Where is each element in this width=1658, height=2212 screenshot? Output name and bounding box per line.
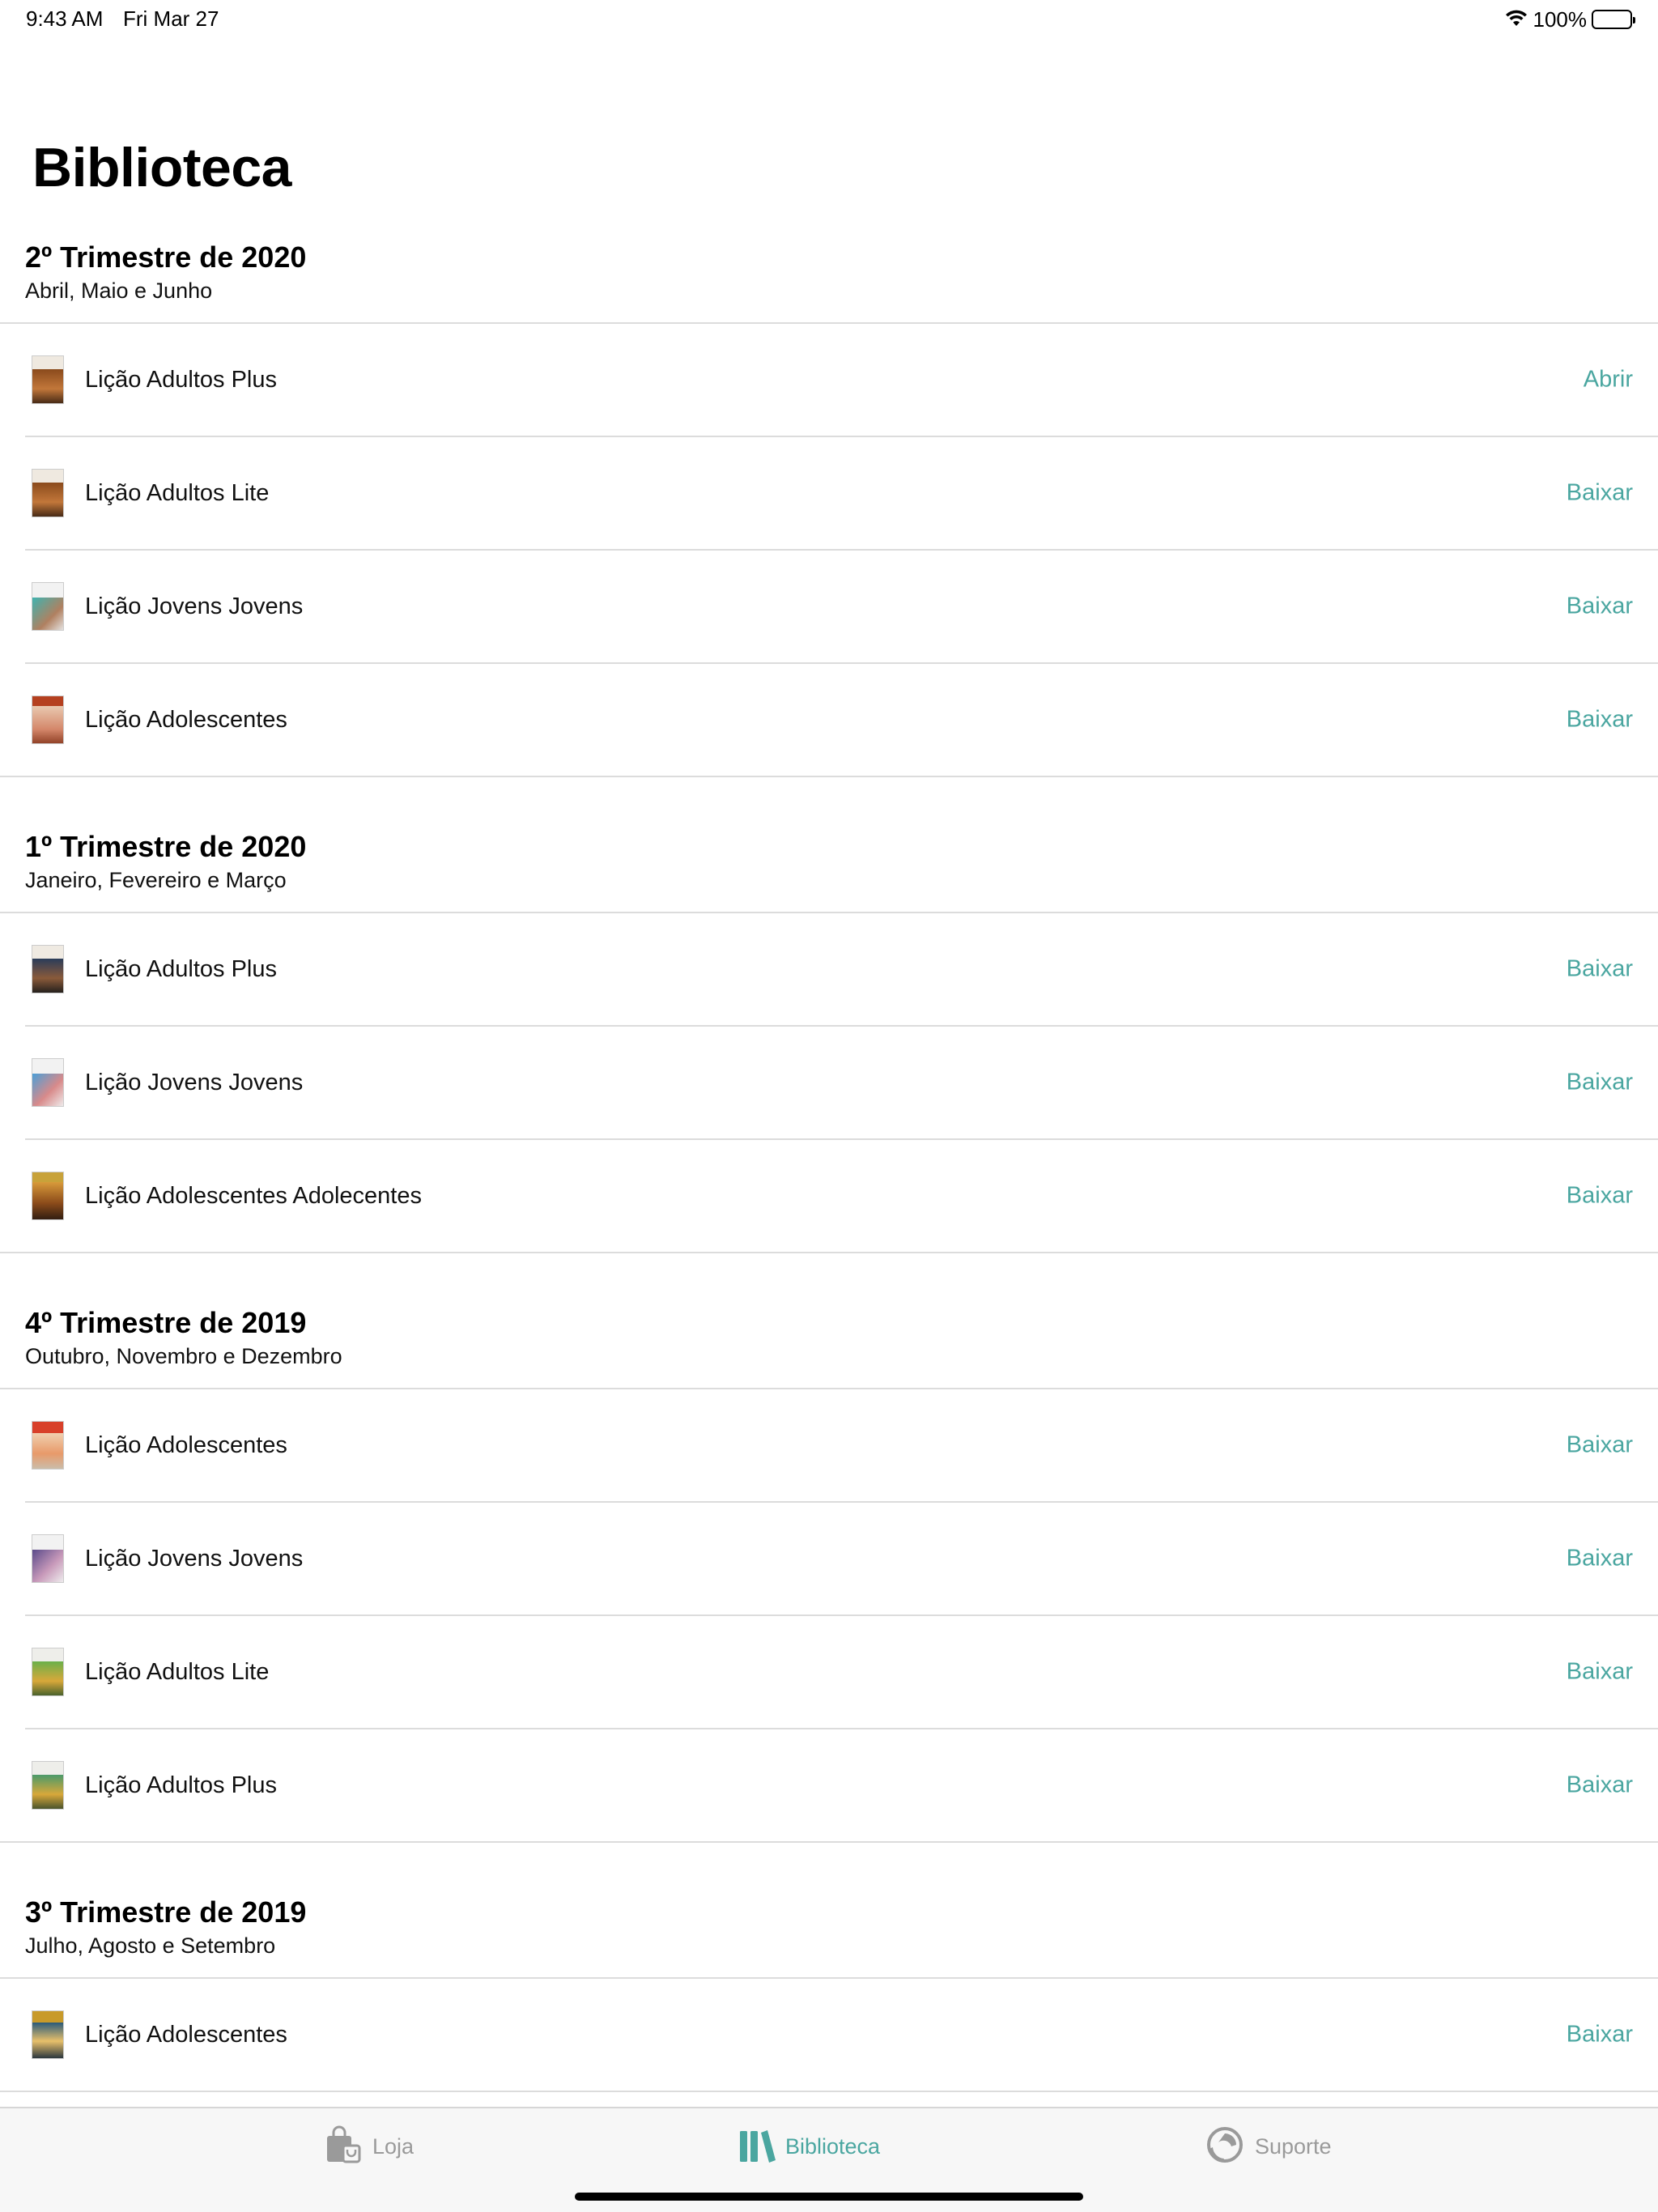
lesson-title: Lição Adultos Plus <box>85 955 277 982</box>
download-button[interactable]: Baixar <box>1567 593 1633 620</box>
tab-label: Loja <box>372 2133 414 2159</box>
download-button[interactable]: Baixar <box>1567 1070 1633 1096</box>
tab-biblioteca[interactable]: Biblioteca <box>738 2126 880 2167</box>
section-subtitle: Abril, Maio e Junho <box>25 279 213 303</box>
lesson-cover-thumbnail <box>32 945 64 993</box>
list-item[interactable]: Lição Adolescentes Baixar <box>0 664 1658 777</box>
lesson-cover-thumbnail <box>32 469 64 517</box>
download-button[interactable]: Baixar <box>1567 707 1633 734</box>
wifi-icon <box>1504 8 1528 32</box>
list-item[interactable]: Lição Adultos Lite Baixar <box>25 437 1658 551</box>
list-item[interactable]: Lição Adultos Plus Abrir <box>25 324 1658 437</box>
list-item[interactable]: Lição Adolescentes Baixar <box>0 1979 1658 2092</box>
lesson-cover-thumbnail <box>32 1648 64 1696</box>
battery-percentage: 100% <box>1533 6 1588 32</box>
lesson-cover-thumbnail <box>32 1172 64 1220</box>
lesson-title: Lição Jovens Jovens <box>85 593 304 619</box>
tab-suporte[interactable]: Suporte <box>1205 2126 1332 2167</box>
section-title: 2º Trimestre de 2020 <box>25 240 307 274</box>
tab-loja[interactable]: Loja <box>322 2125 414 2169</box>
section-header: 3º Trimestre de 2019 Julho, Agosto e Set… <box>0 1895 1658 1979</box>
tab-label: Suporte <box>1255 2133 1332 2159</box>
download-button[interactable]: Baixar <box>1567 956 1633 983</box>
lesson-title: Lição Adolescentes <box>85 1431 287 1458</box>
section-header: 2º Trimestre de 2020 Abril, Maio e Junho <box>0 240 1658 324</box>
list-item[interactable]: Lição Adultos Lite Baixar <box>25 1616 1658 1729</box>
status-bar: 9:43 AM Fri Mar 27 100% <box>0 0 1658 39</box>
lesson-title: Lição Adultos Lite <box>85 1658 270 1685</box>
page-title: Biblioteca <box>32 137 291 198</box>
list-item[interactable]: Lição Jovens Jovens Baixar <box>25 551 1658 664</box>
lesson-cover-thumbnail <box>32 1534 64 1583</box>
section-title: 1º Trimestre de 2020 <box>25 830 307 863</box>
status-indicators: 100% <box>1504 5 1635 34</box>
section-2-trimestre-2020: 2º Trimestre de 2020 Abril, Maio e Junho… <box>0 240 1658 777</box>
lesson-title: Lição Jovens Jovens <box>85 1069 304 1095</box>
download-button[interactable]: Baixar <box>1567 1772 1633 1799</box>
section-title: 4º Trimestre de 2019 <box>25 1306 307 1339</box>
section-subtitle: Outubro, Novembro e Dezembro <box>25 1344 342 1368</box>
list-item[interactable]: Lição Jovens Jovens Baixar <box>25 1027 1658 1140</box>
list-item[interactable]: Lição Jovens Jovens Baixar <box>25 1503 1658 1616</box>
home-indicator[interactable] <box>575 2193 1083 2201</box>
shopping-bag-icon <box>322 2125 363 2169</box>
lesson-cover-thumbnail <box>32 1761 64 1810</box>
section-header: 4º Trimestre de 2019 Outubro, Novembro e… <box>0 1305 1658 1389</box>
section-4-trimestre-2019: 4º Trimestre de 2019 Outubro, Novembro e… <box>0 1305 1658 1843</box>
lesson-cover-thumbnail <box>32 1058 64 1107</box>
status-date: Fri Mar 27 <box>123 6 219 31</box>
lesson-title: Lição Adultos Lite <box>85 479 270 506</box>
lesson-cover-thumbnail <box>32 1421 64 1470</box>
download-button[interactable]: Baixar <box>1567 1659 1633 1686</box>
download-button[interactable]: Baixar <box>1567 1183 1633 1210</box>
lesson-cover-thumbnail <box>32 355 64 404</box>
library-books-icon <box>738 2126 776 2167</box>
lesson-title: Lição Adolescentes <box>85 706 287 733</box>
lesson-title: Lição Adolescentes Adolecentes <box>85 1182 422 1209</box>
lesson-cover-thumbnail <box>32 2010 64 2059</box>
lesson-title: Lição Jovens Jovens <box>85 1545 304 1572</box>
status-time: 9:43 AM <box>26 6 104 31</box>
section-subtitle: Janeiro, Fevereiro e Março <box>25 868 287 892</box>
lesson-title: Lição Adultos Plus <box>85 366 277 393</box>
list-item[interactable]: Lição Adolescentes Adolecentes Baixar <box>0 1140 1658 1253</box>
section-header: 1º Trimestre de 2020 Janeiro, Fevereiro … <box>0 829 1658 913</box>
open-button[interactable]: Abrir <box>1584 367 1633 393</box>
tab-bar: Loja Biblioteca Suporte <box>0 2107 1658 2212</box>
section-subtitle: Julho, Agosto e Setembro <box>25 1933 276 1958</box>
list-item[interactable]: Lição Adultos Plus Baixar <box>0 1729 1658 1843</box>
lesson-title: Lição Adultos Plus <box>85 1772 277 1798</box>
download-button[interactable]: Baixar <box>1567 1546 1633 1572</box>
lesson-title: Lição Adolescentes <box>85 2021 287 2048</box>
list-item[interactable]: Lição Adultos Plus Baixar <box>25 913 1658 1027</box>
support-headset-icon <box>1205 2125 1245 2169</box>
section-3-trimestre-2019: 3º Trimestre de 2019 Julho, Agosto e Set… <box>0 1895 1658 2092</box>
tab-label: Biblioteca <box>785 2133 881 2159</box>
download-button[interactable]: Baixar <box>1567 480 1633 507</box>
lesson-cover-thumbnail <box>32 696 64 744</box>
battery-icon <box>1592 10 1635 29</box>
download-button[interactable]: Baixar <box>1567 2022 1633 2048</box>
list-item[interactable]: Lição Adolescentes Baixar <box>25 1389 1658 1503</box>
download-button[interactable]: Baixar <box>1567 1432 1633 1459</box>
lesson-cover-thumbnail <box>32 582 64 631</box>
library-screen: 9:43 AM Fri Mar 27 100% Biblioteca 2º Tr… <box>0 0 1658 2212</box>
section-1-trimestre-2020: 1º Trimestre de 2020 Janeiro, Fevereiro … <box>0 829 1658 1253</box>
section-title: 3º Trimestre de 2019 <box>25 1895 307 1929</box>
